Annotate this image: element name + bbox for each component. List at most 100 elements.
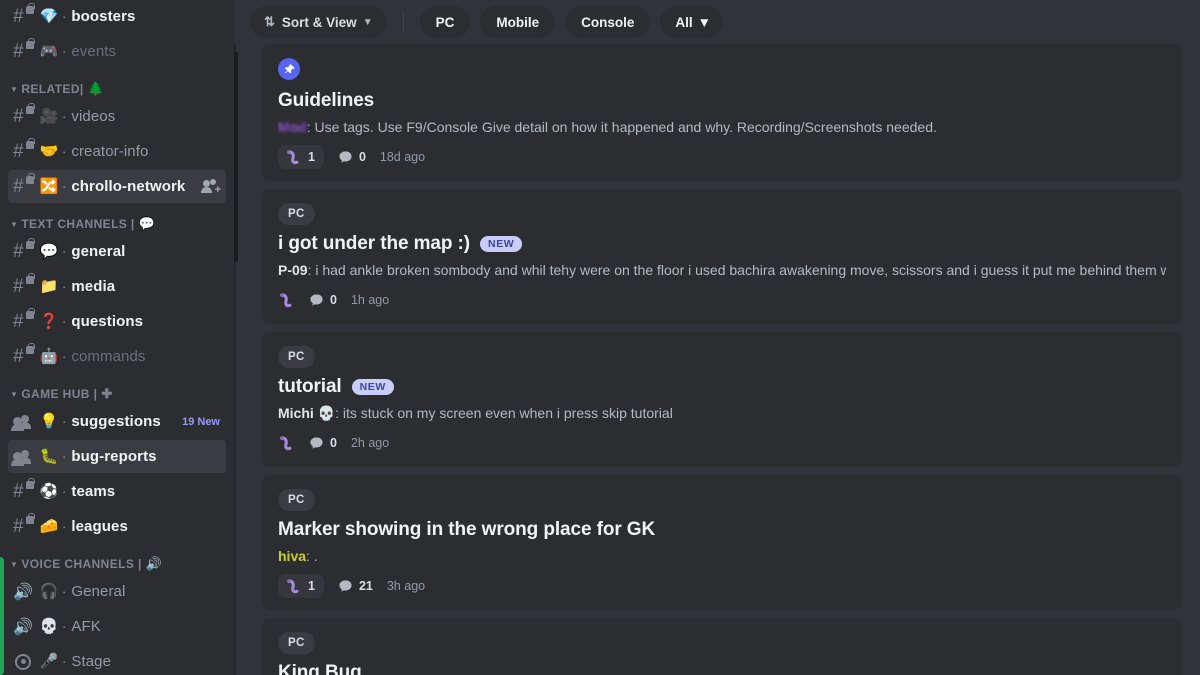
- sidebar-item-general[interactable]: # 💬 · general: [8, 235, 226, 268]
- sidebar-section-header[interactable]: ▼ GAME HUB | ✚: [0, 375, 234, 405]
- comment-count: 0: [330, 293, 337, 307]
- post-comments[interactable]: 0: [309, 436, 337, 451]
- post-tag[interactable]: PC: [278, 346, 315, 368]
- post-preview: P-09: i had ankle broken sombody and whi…: [278, 261, 1166, 279]
- sort-arrows-icon: ⇅: [264, 14, 275, 29]
- separator-dot: ·: [62, 349, 67, 364]
- post-comments[interactable]: 0: [338, 150, 366, 165]
- hash-lock-icon: #: [13, 272, 35, 297]
- post-card[interactable]: PC King Bug: [262, 618, 1182, 675]
- post-list[interactable]: Guidelines Mod: Use tags. Use F9/Console …: [234, 44, 1200, 675]
- sidebar-section-header[interactable]: ▼ VOICE CHANNELS | 🔊: [0, 545, 234, 575]
- post-title: tutorial: [278, 376, 342, 397]
- post-comments[interactable]: 0: [309, 293, 337, 308]
- sidebar-item-chrollo-network[interactable]: # 🔀 · chrollo-network +: [8, 170, 226, 203]
- sidebar-item-boosters[interactable]: # 💎 · boosters: [8, 0, 226, 33]
- filter-chip-console[interactable]: Console: [565, 6, 651, 38]
- filter-chip-pc[interactable]: PC: [419, 6, 471, 38]
- post-comments[interactable]: 21: [338, 579, 373, 594]
- filter-chip-label: PC: [435, 14, 455, 30]
- forum-main-panel: ⇅ Sort & View ▼ PC Mobile Console All ▼ Guid…: [234, 0, 1200, 675]
- sidebar-item-teams[interactable]: # ⚽ · teams: [8, 475, 226, 508]
- chevron-down-icon: ▼: [362, 16, 373, 28]
- sidebar-item-label: questions: [71, 313, 144, 330]
- hash-lock-icon: #: [13, 172, 35, 197]
- channel-emoji: 🎧: [39, 583, 59, 600]
- filter-chip-all[interactable]: All ▼: [660, 6, 724, 38]
- sidebar-item-label: media: [71, 278, 116, 295]
- sidebar-section-header[interactable]: ▼ RELATED| 🌲: [0, 70, 234, 100]
- sidebar-item-suggestions[interactable]: 💡 · suggestions 19 New: [8, 405, 226, 438]
- post-card[interactable]: PC Marker showing in the wrong place for …: [262, 475, 1182, 610]
- comment-icon: [310, 436, 323, 449]
- post-title-row: King Bug: [278, 662, 1166, 675]
- sort-and-view-button[interactable]: ⇅ Sort & View ▼: [250, 6, 387, 38]
- post-title: i got under the map :): [278, 233, 471, 254]
- sidebar-item-creator-info[interactable]: # 🤝 · creator-info: [8, 135, 226, 168]
- post-reaction[interactable]: 1: [278, 574, 324, 598]
- separator-dot: ·: [62, 619, 67, 634]
- toolbar-divider: [402, 11, 404, 33]
- sidebar-item-leagues[interactable]: # 🧀 · leagues: [8, 510, 226, 543]
- post-preview-text: : i had ankle broken sombody and whil te…: [307, 262, 1166, 278]
- channel-emoji: 🐛: [39, 448, 59, 465]
- worm-emoji: [287, 149, 299, 164]
- post-meta: 0 1h ago: [278, 288, 1166, 312]
- sidebar-item-videos[interactable]: # 🎥 · videos: [8, 100, 226, 133]
- channel-emoji: 🧀: [39, 518, 59, 535]
- worm-emoji: [280, 292, 292, 307]
- pushpin-icon: [284, 63, 295, 73]
- post-author: hiva: [278, 548, 307, 564]
- sidebar-item-general[interactable]: 🔊 🎧 · General: [8, 575, 226, 608]
- filter-chip-mobile[interactable]: Mobile: [480, 6, 556, 38]
- sidebar-item-events[interactable]: # 🎮 · events: [8, 35, 226, 68]
- comment-icon: [310, 293, 323, 306]
- post-card[interactable]: PC i got under the map :) NEW P-09: i had a…: [262, 189, 1182, 324]
- sidebar-item-label: bug-reports: [71, 448, 157, 465]
- comment-count: 0: [358, 150, 366, 164]
- sidebar-item-afk[interactable]: 🔊 💀 · AFK: [8, 610, 226, 643]
- sidebar-item-label: general: [71, 243, 126, 260]
- channel-emoji: 🎤: [39, 653, 59, 670]
- section-emoji: ✚: [101, 386, 113, 401]
- sidebar-item-label: General: [71, 583, 126, 600]
- post-tag[interactable]: PC: [278, 632, 315, 654]
- sidebar-item-stage[interactable]: 🎤 · Stage: [8, 645, 226, 675]
- channel-list: # 💎 · boosters # 🎮 · events ▼ RELATED| 🌲 # 🎥 · videos #…: [0, 0, 234, 675]
- post-reaction[interactable]: 1: [278, 145, 324, 169]
- post-tag[interactable]: PC: [278, 203, 315, 225]
- post-timestamp: 3h ago: [386, 579, 426, 593]
- post-title-row: i got under the map :) NEW: [278, 233, 1166, 255]
- post-title: Marker showing in the wrong place for GK: [278, 519, 656, 540]
- sidebar-scrollbar[interactable]: [230, 0, 233, 675]
- tag-filter-chips: PC Mobile Console All ▼: [419, 6, 724, 38]
- separator-dot: ·: [62, 244, 67, 259]
- post-reaction[interactable]: [278, 288, 295, 312]
- add-member-icon[interactable]: +: [201, 178, 221, 195]
- voice-connection-indicator: [0, 557, 4, 675]
- main-scrollbar-thumb[interactable]: [234, 52, 238, 262]
- post-title: King Bug: [278, 662, 362, 675]
- sidebar-item-media[interactable]: # 📁 · media: [8, 270, 226, 303]
- sidebar-item-commands[interactable]: # 🤖 · commands: [8, 340, 226, 373]
- post-meta: 0 2h ago: [278, 431, 1166, 455]
- channel-emoji: 💡: [39, 413, 59, 430]
- sidebar-item-label: chrollo-network: [71, 178, 186, 195]
- post-card[interactable]: PC tutorial NEW Michi 💀: its stuck on my sc…: [262, 332, 1182, 467]
- post-reaction[interactable]: [278, 431, 295, 455]
- post-tag[interactable]: PC: [278, 489, 315, 511]
- sidebar-item-trailing: +: [201, 178, 221, 195]
- post-timestamp: 1h ago: [350, 293, 390, 307]
- sidebar-item-questions[interactable]: # ❓ · questions: [8, 305, 226, 338]
- sidebar-item-label: creator-info: [71, 143, 149, 160]
- separator-dot: ·: [62, 109, 67, 124]
- channel-sidebar[interactable]: # 💎 · boosters # 🎮 · events ▼ RELATED| 🌲 # 🎥 · videos #…: [0, 0, 234, 675]
- separator-dot: ·: [62, 179, 67, 194]
- post-title: Guidelines: [278, 90, 375, 111]
- sidebar-section-header[interactable]: ▼ TEXT CHANNELS | 💬: [0, 205, 234, 235]
- post-preview: hiva: .: [278, 547, 1166, 565]
- comment-icon: [339, 150, 352, 163]
- post-card[interactable]: Guidelines Mod: Use tags. Use F9/Console …: [262, 44, 1182, 181]
- post-author: P-09: [278, 262, 308, 278]
- sidebar-item-bug-reports[interactable]: 🐛 · bug-reports: [8, 440, 226, 473]
